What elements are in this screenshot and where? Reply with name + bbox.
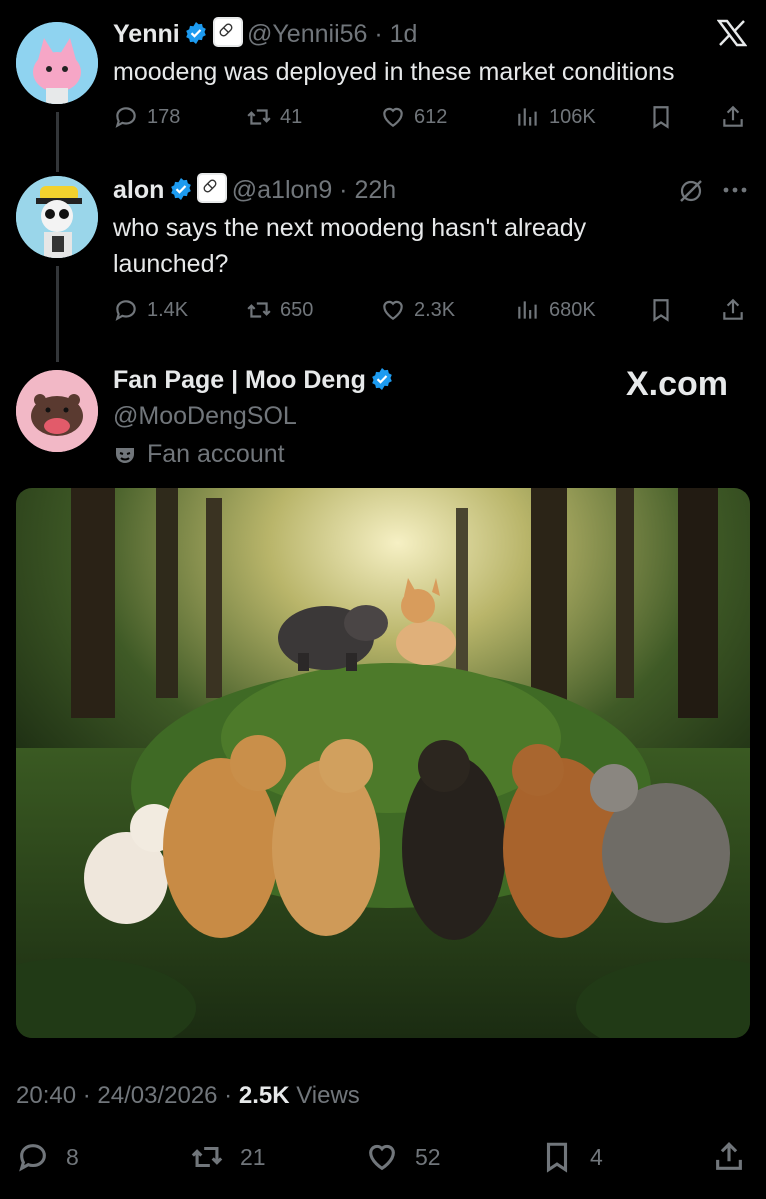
- like-button[interactable]: 52: [365, 1140, 441, 1174]
- bookmark-icon: [546, 1142, 568, 1173]
- author-handle[interactable]: @a1lon9: [232, 176, 332, 204]
- bookmark-button[interactable]: 4: [540, 1140, 603, 1174]
- reply-count: 178: [147, 105, 181, 128]
- repost-count: 21: [240, 1143, 266, 1170]
- reply-icon: [115, 107, 136, 128]
- repost-count: 41: [280, 105, 303, 128]
- tweet-header: Yenni @Yennii56 · 1d: [113, 17, 417, 49]
- views-count: 106K: [549, 105, 596, 128]
- views-count: 2.5K: [238, 1082, 290, 1109]
- reply-icon: [19, 1144, 46, 1172]
- repost-count: 650: [280, 298, 314, 321]
- xcom-watermark: X.com: [626, 365, 729, 403]
- repost-icon: [247, 302, 271, 318]
- share-icon: [716, 1142, 742, 1170]
- reply-button[interactable]: 178: [113, 104, 180, 130]
- views-count: 680K: [549, 298, 596, 321]
- reply-button[interactable]: 8: [16, 1140, 79, 1174]
- avatar[interactable]: [16, 22, 98, 104]
- repost-icon: [247, 109, 271, 125]
- tweet-time[interactable]: 20:40: [16, 1082, 76, 1109]
- tweet-time[interactable]: 22h: [354, 176, 396, 204]
- tweet-meta: 20:40 · 24/03/2026 · 2.5K Views: [16, 1082, 360, 1109]
- avatar[interactable]: [16, 370, 98, 452]
- views-icon: [518, 301, 537, 319]
- author-name[interactable]: Fan Page | Moo Deng: [113, 366, 366, 394]
- bookmark-icon: [653, 106, 669, 129]
- bookmark-button[interactable]: [648, 297, 674, 323]
- grok-icon[interactable]: [677, 177, 705, 205]
- like-button[interactable]: 612: [380, 104, 447, 130]
- fan-account-label: Fan account: [113, 440, 285, 469]
- views-button[interactable]: 106K: [515, 104, 596, 130]
- x-logo-icon: [717, 19, 747, 47]
- views-button[interactable]: 680K: [515, 297, 596, 323]
- like-count: 52: [415, 1143, 441, 1170]
- author-name[interactable]: alon: [113, 176, 164, 204]
- share-button[interactable]: [720, 297, 746, 323]
- tweet-text: moodeng was deployed in these market con…: [113, 58, 675, 86]
- like-button[interactable]: 2.3K: [380, 297, 455, 323]
- repost-button[interactable]: 41: [246, 104, 302, 130]
- reply-button[interactable]: 1.4K: [113, 297, 188, 323]
- reply-count: 1.4K: [147, 298, 189, 321]
- tweet-time[interactable]: 1d: [390, 20, 418, 48]
- repost-button[interactable]: 650: [246, 297, 313, 323]
- like-count: 612: [414, 105, 448, 128]
- share-icon: [723, 105, 743, 127]
- thread-line: [56, 266, 59, 362]
- tweet-text-line: who says the next moodeng hasn't already: [113, 214, 587, 242]
- author-handle[interactable]: @MooDengSOL: [113, 402, 297, 431]
- bookmark-icon: [653, 299, 669, 322]
- like-icon: [383, 107, 403, 127]
- views-label: Views: [296, 1082, 360, 1109]
- reply-count: 8: [66, 1143, 79, 1170]
- tweet-text-line: launched?: [113, 250, 229, 278]
- share-button[interactable]: [712, 1140, 746, 1174]
- reply-icon: [115, 300, 136, 321]
- share-button[interactable]: [720, 104, 746, 130]
- affiliate-badge: [197, 173, 228, 203]
- fan-mask-icon: [116, 447, 134, 463]
- like-icon: [383, 300, 403, 320]
- avatar[interactable]: [16, 176, 98, 258]
- verified-icon: [372, 368, 393, 390]
- share-icon: [723, 298, 743, 320]
- like-icon: [369, 1144, 395, 1171]
- fan-account-text: Fan account: [147, 440, 285, 468]
- more-icon[interactable]: [722, 186, 748, 194]
- thread-line: [56, 112, 59, 172]
- bookmark-count: 4: [590, 1143, 603, 1170]
- tweet-header: Fan Page | Moo Deng: [113, 366, 394, 395]
- like-count: 2.3K: [414, 298, 456, 321]
- tweet-text: who says the next moodeng hasn't already…: [113, 210, 586, 282]
- repost-icon: [191, 1146, 223, 1168]
- affiliate-badge: [212, 17, 243, 47]
- tweet-media-image[interactable]: [16, 488, 750, 1038]
- tweet-date[interactable]: 24/03/2026: [97, 1082, 217, 1109]
- tweet-header: alon @a1lon9 · 22h: [113, 173, 396, 205]
- repost-button[interactable]: 21: [190, 1140, 266, 1174]
- bookmark-button[interactable]: [648, 104, 674, 130]
- author-handle[interactable]: @Yennii56: [247, 20, 367, 48]
- author-name[interactable]: Yenni: [113, 20, 180, 48]
- views-icon: [518, 108, 537, 126]
- verified-icon: [171, 178, 191, 200]
- verified-icon: [186, 22, 206, 44]
